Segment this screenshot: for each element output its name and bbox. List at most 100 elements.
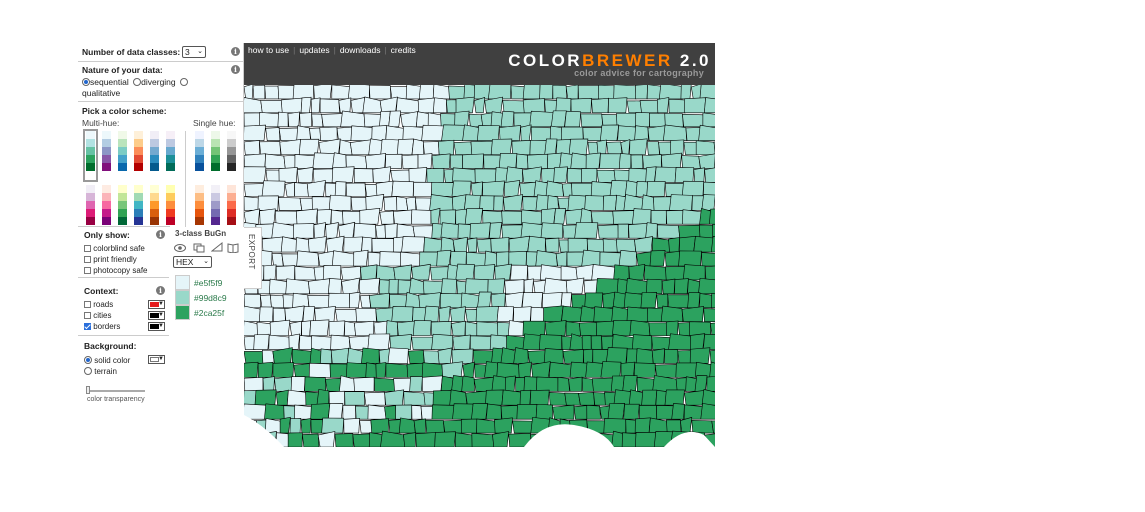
borders-color-button[interactable]: ▼ (148, 322, 165, 331)
county[interactable] (272, 347, 293, 364)
county[interactable] (682, 264, 706, 281)
county[interactable] (498, 152, 518, 169)
county[interactable] (384, 405, 397, 420)
checkbox[interactable] (84, 301, 91, 308)
county[interactable] (522, 85, 541, 100)
county[interactable] (600, 361, 622, 378)
county[interactable] (628, 222, 648, 239)
print-friendly-option[interactable]: print friendly (84, 254, 148, 265)
county[interactable] (490, 292, 506, 309)
county[interactable] (698, 153, 715, 169)
county[interactable] (599, 251, 623, 267)
county[interactable] (574, 222, 599, 239)
county[interactable] (496, 362, 520, 378)
county[interactable] (290, 376, 306, 392)
county[interactable] (470, 140, 494, 155)
county[interactable] (664, 113, 684, 128)
county[interactable] (292, 292, 310, 309)
county[interactable] (350, 97, 366, 114)
county[interactable] (670, 139, 685, 155)
county[interactable] (602, 238, 619, 253)
county[interactable] (350, 125, 374, 141)
county[interactable] (642, 154, 662, 169)
county[interactable] (522, 333, 541, 350)
county[interactable] (634, 236, 653, 253)
county[interactable] (451, 375, 464, 392)
county[interactable] (651, 237, 671, 253)
county[interactable] (561, 126, 584, 141)
county[interactable] (452, 167, 477, 183)
county[interactable] (464, 278, 489, 295)
county[interactable] (678, 224, 701, 239)
county[interactable] (607, 403, 625, 420)
county[interactable] (421, 124, 444, 141)
county[interactable] (660, 305, 684, 322)
county[interactable] (616, 112, 637, 128)
county[interactable] (271, 253, 284, 267)
county[interactable] (451, 180, 472, 197)
county[interactable] (500, 110, 515, 128)
county[interactable] (638, 405, 657, 420)
county[interactable] (585, 152, 601, 169)
county[interactable] (629, 138, 648, 155)
county[interactable] (384, 223, 398, 239)
county[interactable] (387, 347, 409, 364)
county[interactable] (431, 181, 455, 197)
county-map[interactable] (244, 85, 715, 447)
color-scheme-swatch[interactable] (118, 185, 127, 225)
county[interactable] (494, 417, 513, 434)
county[interactable] (278, 167, 298, 183)
county[interactable] (388, 279, 399, 295)
county[interactable] (658, 85, 683, 100)
county[interactable] (513, 347, 529, 364)
county[interactable] (651, 348, 665, 364)
county[interactable] (694, 375, 708, 392)
county[interactable] (275, 389, 289, 406)
county[interactable] (661, 152, 682, 169)
county[interactable] (702, 333, 715, 350)
county[interactable] (463, 194, 481, 211)
county[interactable] (689, 333, 706, 350)
nav-downloads[interactable]: downloads (340, 45, 381, 55)
county[interactable] (244, 293, 262, 309)
county[interactable] (698, 224, 714, 239)
county[interactable] (321, 417, 345, 434)
county[interactable] (413, 418, 426, 434)
county[interactable] (569, 333, 584, 350)
county[interactable] (299, 335, 313, 350)
county[interactable] (603, 418, 627, 434)
county[interactable] (389, 86, 409, 100)
county[interactable] (484, 250, 498, 267)
county[interactable] (652, 375, 679, 392)
county[interactable] (432, 390, 452, 406)
county[interactable] (396, 223, 416, 239)
county[interactable] (254, 389, 277, 406)
county[interactable] (408, 277, 426, 295)
county[interactable] (597, 224, 619, 239)
county[interactable] (430, 321, 452, 336)
county[interactable] (701, 389, 715, 406)
county[interactable] (455, 263, 475, 281)
county[interactable] (635, 181, 649, 197)
county[interactable] (521, 209, 544, 225)
copy-icon[interactable] (193, 243, 205, 253)
county[interactable] (617, 125, 637, 141)
county[interactable] (275, 210, 298, 225)
county[interactable] (612, 210, 635, 225)
county[interactable] (584, 292, 604, 309)
county[interactable] (484, 96, 504, 114)
county[interactable] (383, 196, 398, 211)
county[interactable] (422, 280, 445, 295)
county[interactable] (586, 238, 605, 253)
county[interactable] (639, 100, 660, 114)
county[interactable] (535, 403, 553, 420)
county[interactable] (283, 154, 296, 169)
county[interactable] (552, 404, 575, 420)
county[interactable] (513, 306, 532, 322)
cities-color-button[interactable]: ▼ (148, 311, 165, 320)
county[interactable] (259, 141, 282, 155)
county[interactable] (400, 111, 418, 128)
county[interactable] (355, 405, 370, 420)
county[interactable] (499, 125, 521, 141)
county[interactable] (401, 236, 425, 253)
